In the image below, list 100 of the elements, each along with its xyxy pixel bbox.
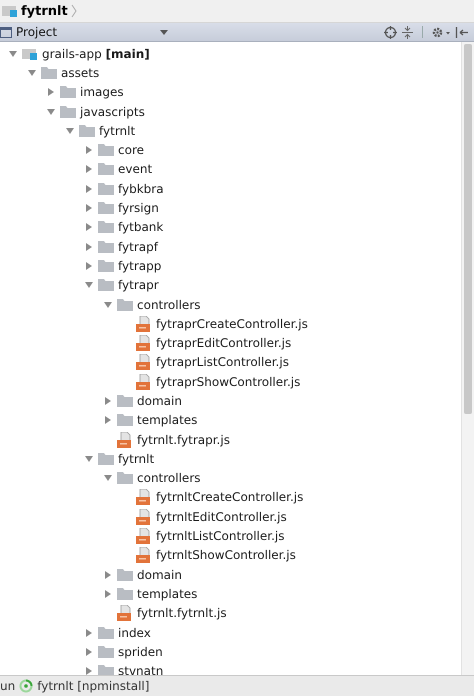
expand-arrow-icon[interactable] [84,164,94,174]
folder-icon [98,452,114,465]
folder-name[interactable]: javascripts [80,104,145,119]
folder-icon [98,646,114,658]
expand-arrow-icon[interactable] [84,260,94,271]
module-folder-icon [22,48,38,60]
collapse-arrow-icon[interactable] [65,126,75,136]
folder-name[interactable]: fytbank [118,220,164,234]
folder-name[interactable]: event [118,162,152,176]
folder-name[interactable]: fytrnlt [99,124,136,138]
folder-icon [117,414,133,426]
collapse-arrow-icon[interactable] [8,48,18,59]
expand-arrow-icon[interactable] [84,628,94,638]
folder-name[interactable]: controllers [137,471,200,486]
file-name[interactable]: fytraprShowController.js [156,374,300,389]
folder-name[interactable]: fytrapp [118,258,162,273]
collapse-all-icon[interactable] [401,26,414,38]
collapse-arrow-icon[interactable] [103,473,113,484]
folder-icon [98,202,114,214]
expand-arrow-icon[interactable] [84,203,94,214]
expand-arrow-icon[interactable] [84,184,94,194]
file-name[interactable]: fytrnltEditController.js [156,510,287,524]
js-file-icon [117,432,133,448]
folder-name[interactable]: assets [61,66,100,80]
collapse-arrow-icon[interactable] [84,454,94,464]
folder-icon [98,221,114,234]
file-name[interactable]: fytraprEditController.js [156,336,292,350]
expand-arrow-icon[interactable] [84,222,94,232]
expand-arrow-icon[interactable] [84,242,94,252]
folder-name[interactable]: fybkbra [118,182,164,196]
breadcrumb-item[interactable]: fytrnlt [21,4,68,18]
folder-icon [117,298,133,310]
folder-name[interactable]: images [80,85,124,100]
file-name[interactable]: fytraprCreateController.js [156,316,308,331]
folder-name[interactable]: fytrapf [118,240,158,254]
file-name[interactable]: fytrnlt.fytrapr.js [137,432,230,447]
folder-icon [117,394,133,407]
crosshair-icon[interactable] [384,26,397,38]
folder-name[interactable]: index [118,626,151,640]
chevron-icon [70,4,77,18]
expand-arrow-icon[interactable] [84,666,94,675]
run-label: un [0,679,16,693]
expand-arrow-icon[interactable] [46,87,56,98]
file-name[interactable]: fytrnltCreateController.js [156,490,304,504]
folder-name[interactable]: grails-app [main] [42,46,150,61]
collapse-arrow-icon[interactable] [103,300,113,310]
window-icon [0,26,12,38]
js-file-icon [136,508,152,525]
folder-name[interactable]: fytrapr [118,278,159,292]
expand-arrow-icon[interactable] [103,570,113,580]
js-file-icon [136,547,152,564]
run-configuration-label[interactable]: fytrnlt [npminstall] [37,679,150,693]
dropdown-caret-icon[interactable] [160,30,168,34]
js-file-icon [136,374,152,390]
folder-icon [98,279,114,292]
folder-icon [41,66,57,79]
folder-name[interactable]: fyrsign [118,201,159,216]
file-name[interactable]: fytrnltListController.js [156,529,284,544]
file-name[interactable]: fytraprListController.js [156,355,289,370]
folder-name[interactable]: templates [137,413,198,428]
spinner-icon [19,679,34,693]
folder-icon [117,472,133,484]
expand-arrow-icon[interactable] [84,145,94,156]
folder-name[interactable]: domain [137,394,182,408]
folder-icon [98,144,114,156]
module-folder-icon [2,5,18,17]
js-file-icon [136,316,152,332]
folder-name[interactable]: stvnatn [118,664,164,675]
collapse-arrow-icon[interactable] [84,280,94,290]
expand-arrow-icon[interactable] [103,396,113,406]
folder-name[interactable]: controllers [137,298,200,312]
expand-arrow-icon[interactable] [84,646,94,657]
folder-icon [60,106,76,118]
folder-icon [117,588,133,600]
folder-icon [60,86,76,98]
folder-icon [117,568,133,581]
collapse-arrow-icon[interactable] [27,68,37,78]
file-name[interactable]: fytrnltShowController.js [156,548,296,562]
expand-arrow-icon[interactable] [103,588,113,599]
folder-name[interactable]: core [118,143,144,158]
folder-name[interactable]: domain [137,568,182,582]
settings-icon[interactable] [431,26,451,38]
folder-icon [98,240,114,253]
folder-icon [98,626,114,639]
collapse-arrow-icon[interactable] [46,106,56,117]
folder-name[interactable]: spriden [118,644,163,659]
file-name[interactable]: fytrnlt.fytrnlt.js [137,606,227,620]
js-file-icon [136,335,152,352]
js-file-icon [136,489,152,506]
folder-name[interactable]: fytrnlt [118,452,154,466]
folder-icon [98,182,114,195]
js-file-icon [136,354,152,370]
folder-icon [98,260,114,272]
js-file-icon [117,605,133,622]
folder-name[interactable]: templates [137,586,198,601]
js-file-icon [136,528,152,544]
expand-arrow-icon[interactable] [103,415,113,426]
hide-panel-icon[interactable] [455,26,468,38]
scrollbar-thumb[interactable] [464,44,472,414]
folder-icon [98,163,114,176]
